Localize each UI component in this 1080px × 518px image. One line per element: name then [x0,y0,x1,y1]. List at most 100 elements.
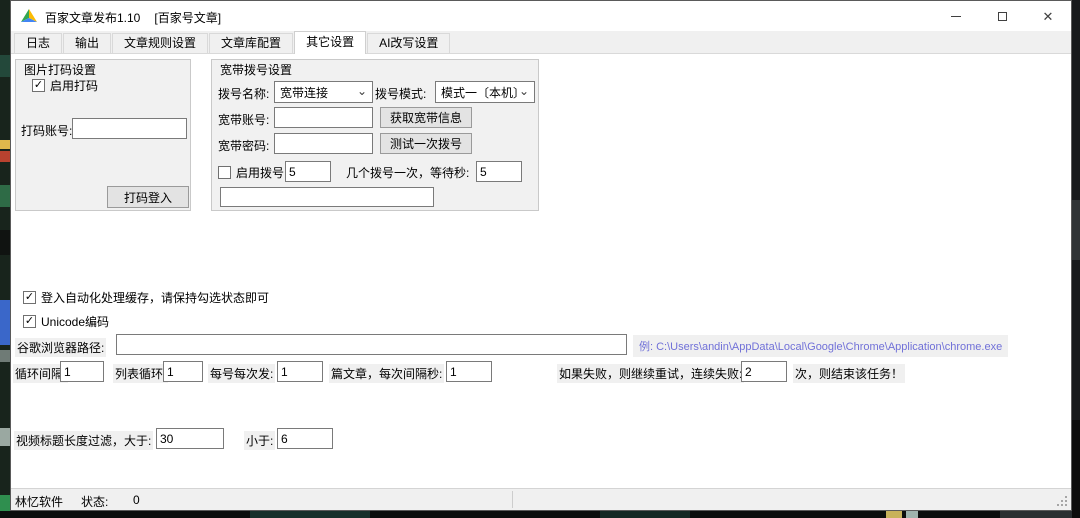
tab-strip: 日志 输出 文章规则设置 文章库配置 其它设置 AI改写设置 [11,31,1071,54]
title-filter-label: 视频标题长度过滤，大于: [14,431,153,450]
checkbox-checked-icon: ✓ [32,79,45,92]
desktop-fragment [250,511,370,518]
captcha-group-title: 图片打码设置 [24,61,96,78]
dial-mode-label: 拨号模式: [375,85,426,102]
tab-log[interactable]: 日志 [14,33,62,53]
tab-ai-rewrite[interactable]: AI改写设置 [367,33,450,53]
window-title-text: 百家文章发布1.10 [45,11,140,25]
desktop-fragment [600,511,690,518]
loop-interval-input[interactable] [60,361,104,382]
desktop-icon-fragment [0,140,10,149]
title-bar[interactable]: 百家文章发布1.10 [百家号文章] ✕ [11,1,1071,31]
checkbox-unchecked-icon [218,166,231,179]
window-title: 百家文章发布1.10 [百家号文章] [45,9,221,26]
dial-group-title: 宽带拨号设置 [220,61,292,78]
list-loop-label: 列表循环: [113,364,168,383]
checkbox-checked-icon: ✓ [23,315,36,328]
desktop-fragment [1000,511,1080,518]
status-value: 0 [133,493,140,507]
tab-output[interactable]: 输出 [63,33,111,53]
dial-name-select[interactable]: 宽带连接 ⌄ [274,81,373,103]
dial-mode-select[interactable]: 模式一〔本机〕 ⌄ [435,81,535,103]
dial-extra-input[interactable] [220,187,434,207]
dial-name-label: 拨号名称: [218,85,269,102]
dial-groupbox: 宽带拨号设置 拨号名称: 宽带连接 ⌄ 拨号模式: 模式一〔本机〕 ⌄ 宽带账号… [211,59,539,211]
chevron-down-icon: ⌄ [519,84,529,98]
desktop-icon-fragment [0,230,10,255]
status-bar: 林忆软件 状态: 0 [11,488,1071,510]
maximize-button[interactable] [979,1,1025,31]
checkmark-icon: ✓ [25,316,34,327]
desktop-icon-fragment [0,300,10,345]
browser-path-input[interactable] [116,334,627,355]
checkmark-icon: ✓ [34,80,43,91]
tab-article-library[interactable]: 文章库配置 [209,33,293,53]
dial-mode-value: 模式一〔本机〕 [441,84,525,101]
chevron-down-icon: ⌄ [357,84,367,98]
desktop-fragment [886,511,902,518]
browser-path-label: 谷歌浏览器路径: [15,338,106,357]
maximize-icon [998,12,1007,21]
enable-captcha-label: 启用打码 [50,77,98,94]
captcha-groupbox: 图片打码设置 ✓ 启用打码 打码账号: 打码登入 [15,59,191,211]
captcha-account-label: 打码账号: [21,122,72,139]
dial-wait-input[interactable] [476,161,522,182]
window-subtitle-text: [百家号文章] [154,11,221,25]
desktop-icon-fragment [0,185,10,207]
fail-suffix-label: 次，则结束该任务！ [793,364,905,383]
app-logo-icon [21,9,37,23]
title-less-input[interactable] [277,428,333,449]
brand-label: 林忆软件 [15,493,63,510]
enable-captcha-checkbox[interactable]: ✓ 启用打码 [32,77,98,94]
desktop-bottom-strip [0,511,1080,518]
resize-grip-icon[interactable] [1065,504,1067,506]
status-label: 状态: [81,493,108,510]
close-button[interactable]: ✕ [1025,1,1071,31]
desktop-fragment [906,511,918,518]
test-dial-button[interactable]: 测试一次拨号 [380,133,472,154]
desktop-right-strip [1072,0,1080,518]
broadband-password-label: 宽带密码: [218,137,269,154]
tab-other-settings[interactable]: 其它设置 [294,31,366,54]
article-gap-label: 篇文章，每次间隔秒: [329,364,444,383]
enable-dial-checkbox[interactable]: 启用拨号 [218,164,284,181]
desktop-icon-fragment [0,55,10,77]
dial-wait-label: 几个拨号一次，等待秒: [346,164,469,181]
desktop-icon-fragment [0,151,10,162]
window-controls: ✕ [933,1,1071,31]
captcha-account-input[interactable] [72,118,187,139]
get-broadband-info-button[interactable]: 获取宽带信息 [380,107,472,128]
browser-path-hint: 例: C:\Users\andin\AppData\Local\Google\C… [633,335,1008,357]
captcha-login-button[interactable]: 打码登入 [107,186,189,208]
cache-checkbox[interactable]: ✓ 登入自动化处理缓存，请保持勾选状态即可 [23,289,269,306]
broadband-account-input[interactable] [274,107,373,128]
dial-count-input[interactable] [285,161,331,182]
other-settings-page: 图片打码设置 ✓ 启用打码 打码账号: 打码登入 宽带拨号设置 拨号名称: 宽带… [11,54,1071,490]
broadband-password-input[interactable] [274,133,373,154]
fail-count-input[interactable] [741,361,787,382]
per-account-label: 每号每次发: [208,364,275,383]
desktop-fragment [1072,200,1080,260]
per-account-input[interactable] [277,361,323,382]
close-icon: ✕ [1043,10,1054,23]
desktop-icon-fragment [0,350,10,362]
desktop-left-strip [0,0,10,518]
statusbar-separator [512,491,513,508]
minimize-icon [951,16,961,17]
minimize-button[interactable] [933,1,979,31]
gap-seconds-input[interactable] [446,361,492,382]
title-greater-input[interactable] [156,428,224,449]
list-loop-input[interactable] [163,361,203,382]
title-less-label: 小于: [244,431,275,450]
unicode-checkbox-label: Unicode编码 [41,313,109,330]
dial-name-value: 宽带连接 [280,84,328,101]
unicode-checkbox[interactable]: ✓ Unicode编码 [23,313,109,330]
fail-retry-label: 如果失败，则继续重试，连续失败: [557,364,744,383]
checkbox-checked-icon: ✓ [23,291,36,304]
broadband-account-label: 宽带账号: [218,111,269,128]
tab-article-rules[interactable]: 文章规则设置 [112,33,208,53]
cache-checkbox-label: 登入自动化处理缓存，请保持勾选状态即可 [41,289,269,306]
enable-dial-label: 启用拨号 [236,164,284,181]
checkmark-icon: ✓ [25,292,34,303]
app-window: 百家文章发布1.10 [百家号文章] ✕ 日志 输出 文章规则设置 文章库配置 其… [10,0,1072,511]
